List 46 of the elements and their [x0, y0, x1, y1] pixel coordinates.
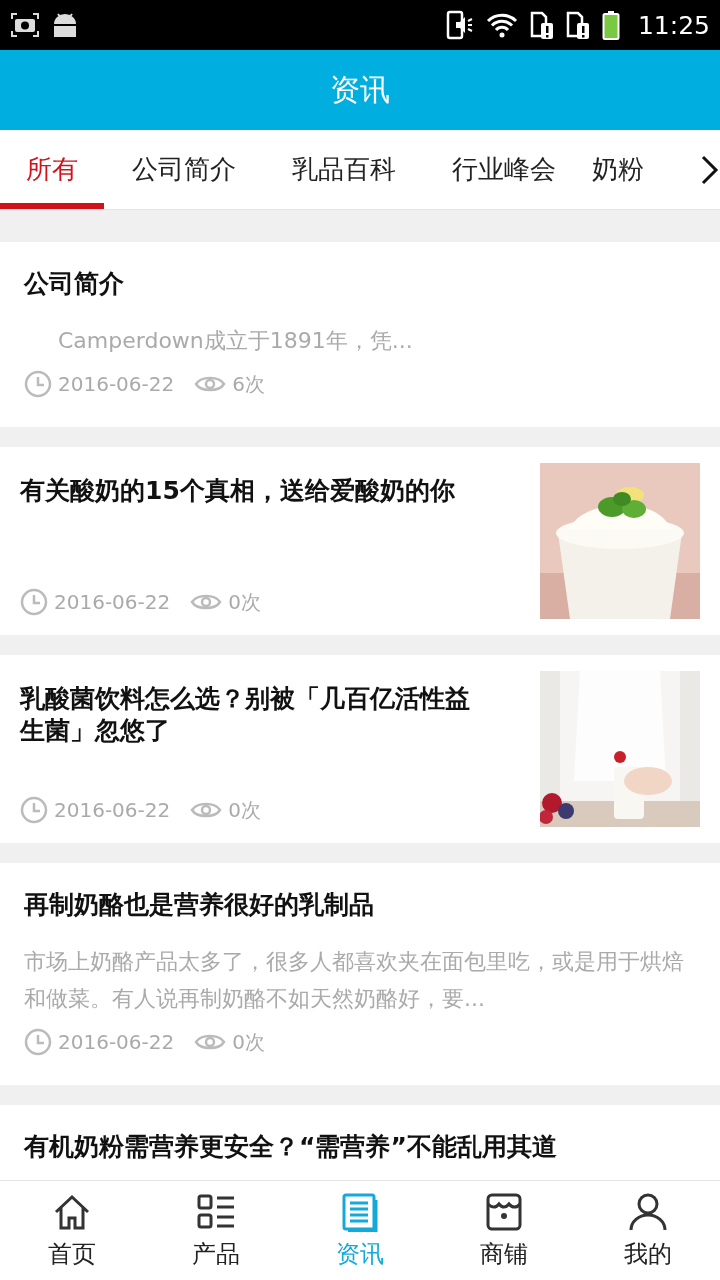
article-card[interactable]: 公司简介 Camperdown成立于1891年，凭... 2016-06-22 6次 [0, 242, 720, 427]
view-count: 0次 [228, 796, 261, 824]
category-tab[interactable]: 奶粉 [584, 130, 664, 209]
wifi-icon [485, 12, 518, 38]
nav-tab[interactable]: 首页 [0, 1181, 144, 1280]
nav-tab[interactable]: 我的 [576, 1181, 720, 1280]
publish-date: 2016-06-22 [54, 590, 171, 614]
page-title: 资讯 [330, 70, 390, 109]
publish-date: 2016-06-22 [58, 372, 175, 396]
status-time: 11:25 [637, 10, 710, 40]
article-card[interactable]: 乳酸菌饮料怎么选？别被「几百亿活性益生菌」忽悠了 2016-06-22 0次 [0, 655, 720, 843]
clock-icon [24, 1028, 52, 1056]
article-card[interactable]: 有机奶粉需营养更安全？“需营养”不能乱用其道 [0, 1105, 720, 1180]
article-card[interactable]: 有关酸奶的15个真相，送给爱酸奶的你 2016-06-22 0次 [0, 447, 720, 635]
publish-date: 2016-06-22 [58, 1030, 175, 1054]
android-icon [52, 12, 78, 38]
article-title: 有机奶粉需营养更安全？“需营养”不能乱用其道 [24, 1131, 558, 1163]
shop-icon [484, 1191, 524, 1232]
camera-icon [10, 12, 40, 38]
battery-icon [601, 10, 620, 40]
view-count: 6次 [232, 370, 265, 398]
clock-icon [20, 588, 48, 616]
vibrate-mute-icon [445, 10, 474, 40]
article-card[interactable]: 再制奶酪也是营养很好的乳制品 市场上奶酪产品太多了，很多人都喜欢夹在面包里吃，或是用于烘焙和做菜。有人说再制奶酪不如天然奶酪好，要... 2016-06-22 0次 [0, 863, 720, 1085]
category-tab[interactable]: 公司简介 [104, 130, 264, 209]
publish-date: 2016-06-22 [54, 798, 171, 822]
nav-tab[interactable]: 商铺 [432, 1181, 576, 1280]
person-icon [628, 1191, 668, 1232]
category-tab[interactable]: 乳品百科 [264, 130, 424, 209]
article-summary: Camperdown成立于1891年，凭... [57, 327, 414, 355]
article-title: 有关酸奶的15个真相，送给爱酸奶的你 [20, 475, 456, 507]
view-count: 0次 [228, 588, 261, 616]
category-tab[interactable]: 所有 [0, 130, 104, 209]
clock-icon [24, 370, 52, 398]
nav-tab[interactable]: 产品 [144, 1181, 288, 1280]
category-tab[interactable]: 行业峰会 [424, 130, 584, 209]
article-summary: 市场上奶酪产品太多了，很多人都喜欢夹在面包里吃，或是用于烘焙和做菜。有人说再制奶酪不如天然奶酪好，要... [24, 948, 685, 1013]
clock-icon [20, 796, 48, 824]
view-count: 0次 [232, 1028, 265, 1056]
document-icon [340, 1191, 380, 1232]
sim-card-icon [565, 10, 590, 40]
article-title: 公司简介 [24, 268, 125, 300]
article-title: 乳酸菌饮料怎么选？别被「几百亿活性益生菌」忽悠了 [20, 683, 471, 747]
sim-card-icon [529, 10, 554, 40]
article-title: 再制奶酪也是营养很好的乳制品 [24, 889, 375, 921]
chevron-right-icon[interactable] [700, 154, 720, 186]
